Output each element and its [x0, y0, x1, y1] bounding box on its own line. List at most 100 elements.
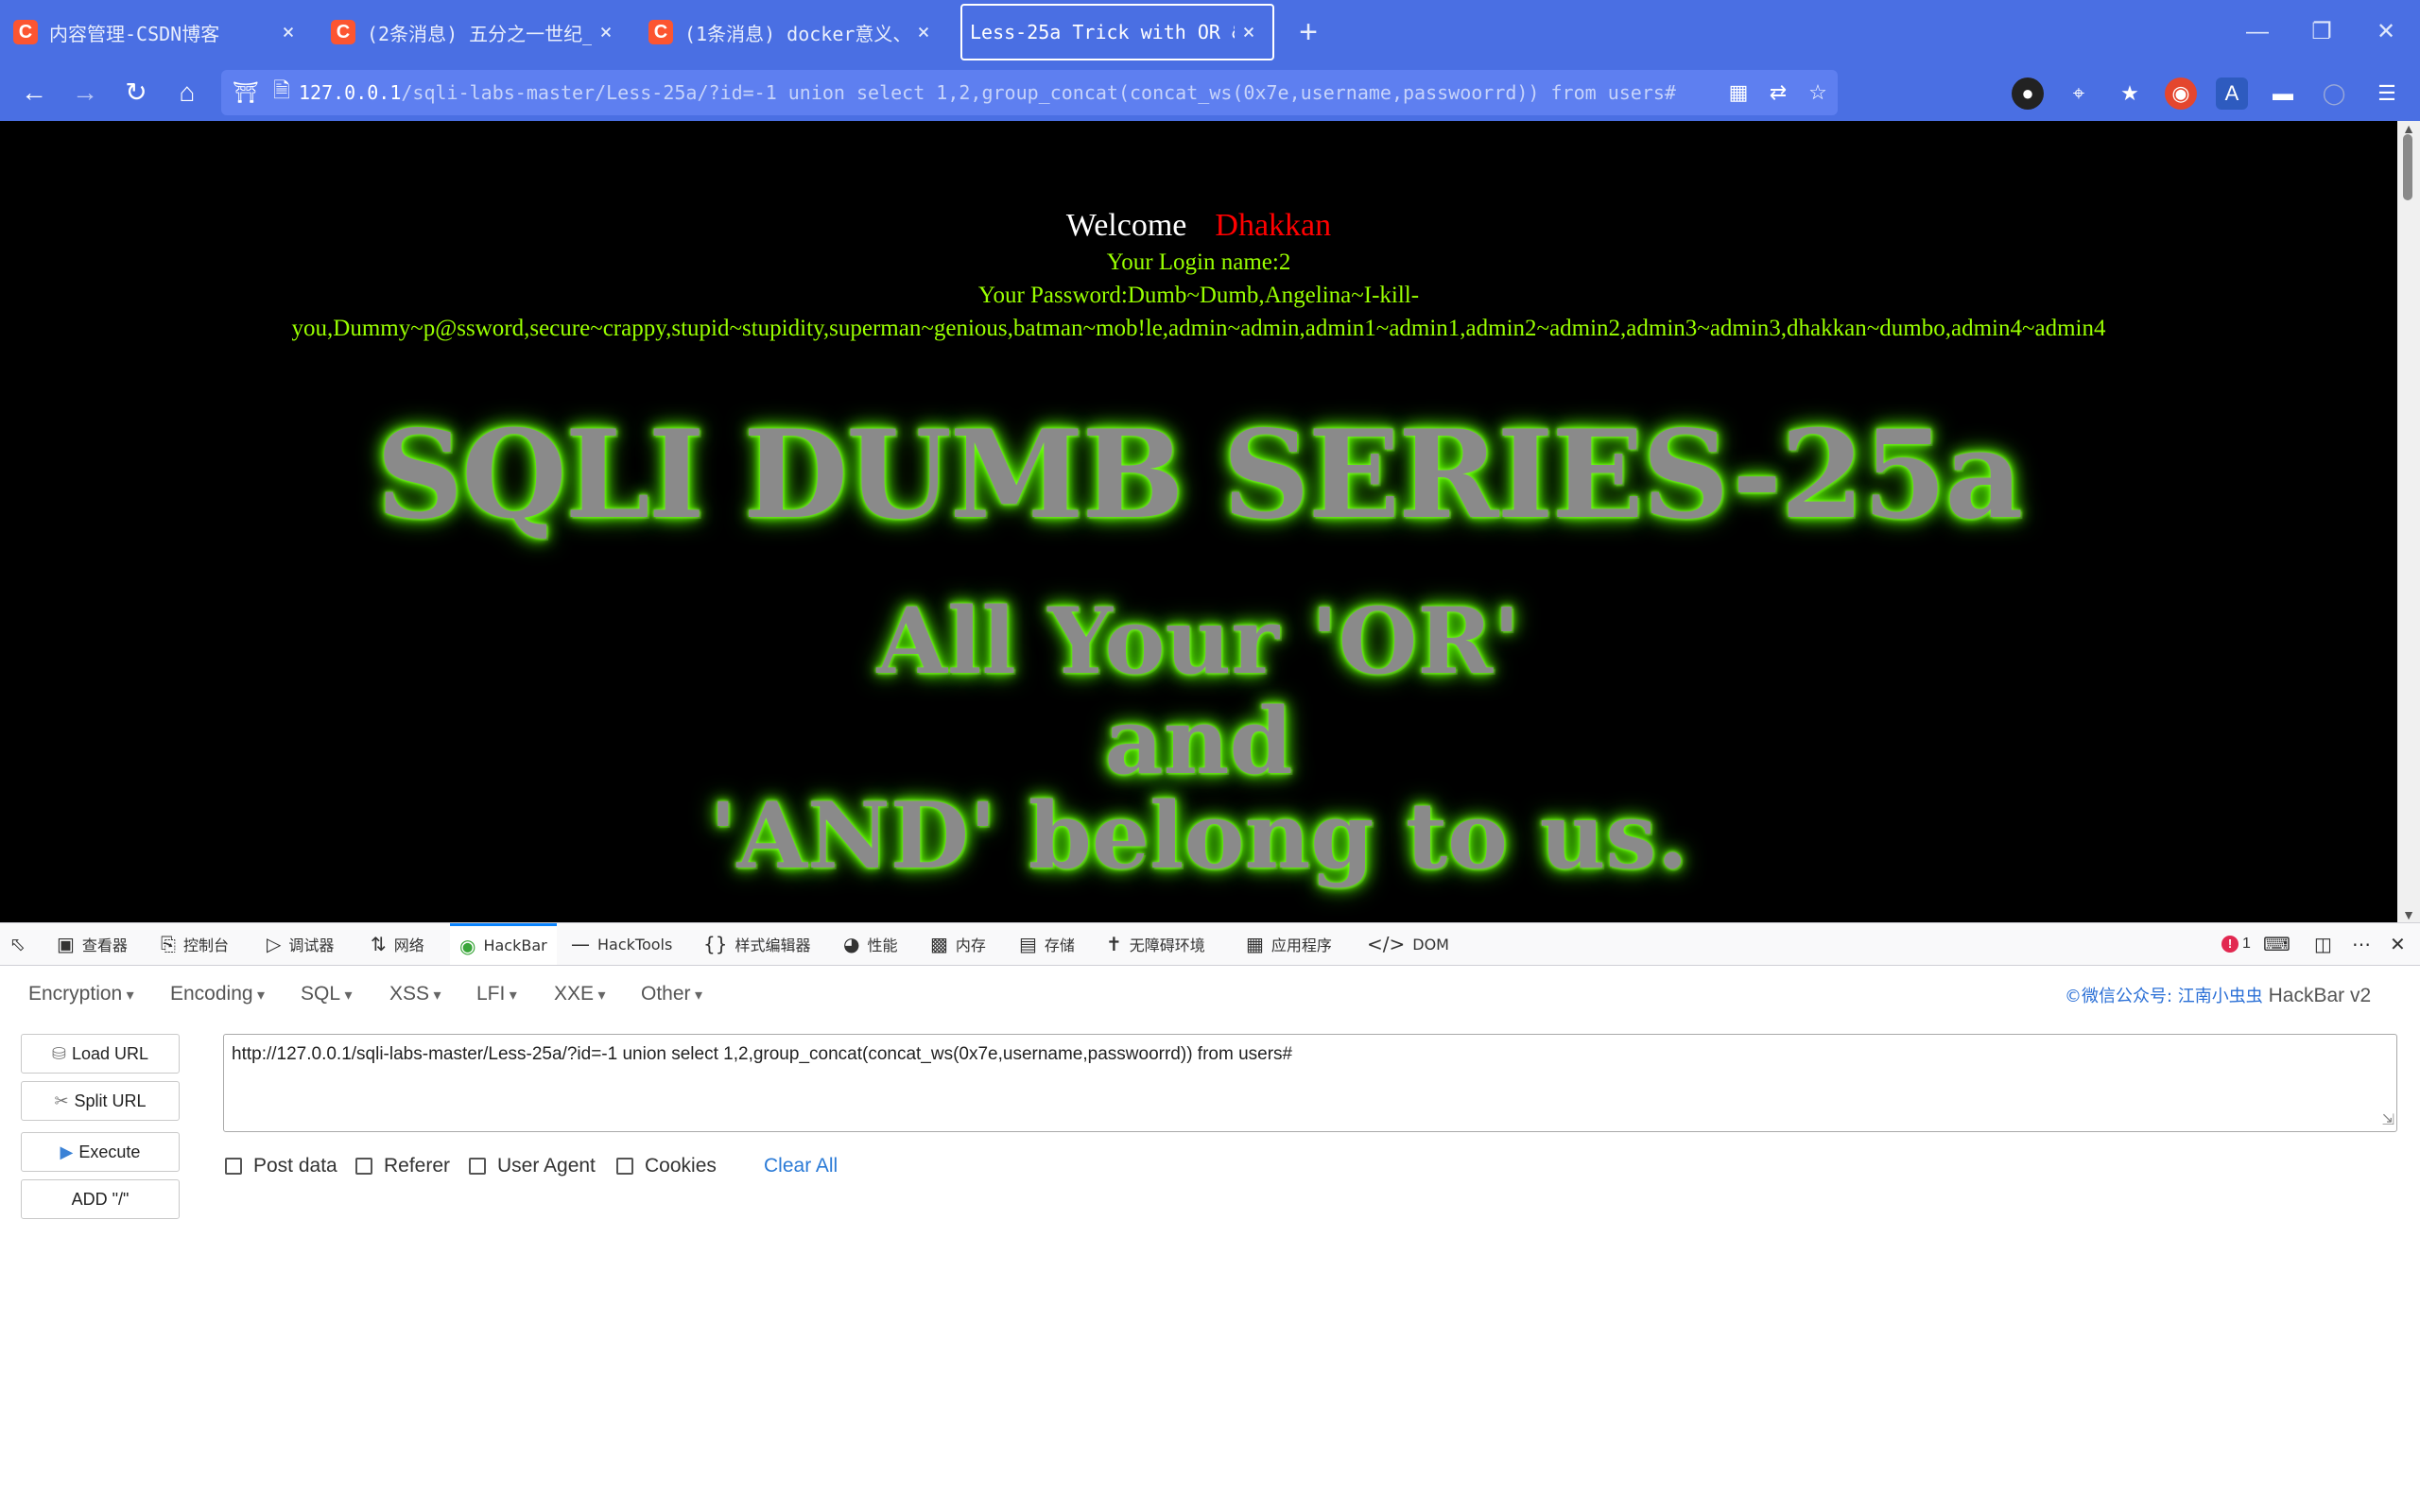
eye-extension-icon[interactable]: ◯: [2318, 77, 2350, 110]
tab-title: (2条消息) 五分之一世纪_Su: [367, 22, 592, 45]
dock-icon[interactable]: ◫: [2314, 923, 2332, 965]
user-agent-checkbox[interactable]: User Agent: [469, 1155, 596, 1177]
devtools-close-icon[interactable]: ✕: [2390, 923, 2406, 965]
crop-icon[interactable]: ⌖: [2063, 77, 2095, 110]
translate-icon[interactable]: ⇄: [1758, 80, 1798, 105]
tab-hacktools[interactable]: — HackTools: [571, 923, 672, 965]
split-url-button[interactable]: ✂ Split URL: [21, 1081, 180, 1121]
checkbox-box[interactable]: [616, 1158, 633, 1175]
post-data-checkbox[interactable]: Post data: [225, 1155, 337, 1177]
tab-storage[interactable]: ▤ 存储: [1019, 923, 1075, 965]
address-bar[interactable]: ⛩ 🗎 127.0.0.1 /sqli-labs-master/Less-25a…: [221, 70, 1838, 115]
minimize-icon[interactable]: —: [2238, 13, 2276, 51]
close-icon[interactable]: ×: [592, 21, 620, 44]
code-icon: </>: [1367, 933, 1406, 955]
menu-lfi[interactable]: LFI: [476, 983, 517, 1005]
tab-debugger[interactable]: ▷ 调试器: [267, 923, 334, 965]
hamburger-icon[interactable]: ☰: [2371, 77, 2403, 110]
tab-csdn-docker[interactable]: C (1条消息) docker意义、组 ×: [635, 4, 947, 60]
page-content: Welcome Dhakkan Your Login name:2 Your Pa…: [0, 121, 2397, 922]
new-tab-button[interactable]: +: [1289, 13, 1327, 51]
checkbox-box[interactable]: [225, 1158, 242, 1175]
menu-other[interactable]: Other: [641, 983, 702, 1005]
password-line-1: Your Password:Dumb~Dumb,Angelina~I-kill-: [977, 283, 1420, 308]
tab-dom[interactable]: </> DOM: [1367, 923, 1449, 965]
referer-checkbox[interactable]: Referer: [355, 1155, 450, 1177]
error-counter[interactable]: ! 1: [2221, 923, 2251, 965]
error-icon: !: [2221, 936, 2238, 953]
menu-xxe[interactable]: XXE: [554, 983, 606, 1005]
tab-network[interactable]: ⇅ 网络: [371, 923, 424, 965]
tab-title: (1条消息) docker意义、组: [684, 22, 909, 45]
inspector-icon: ▣: [57, 933, 75, 955]
load-url-button[interactable]: ⛁ Load URL: [21, 1034, 180, 1074]
debugger-icon: ▷: [267, 933, 282, 955]
banner-line-3: 'AND' belong to us.: [709, 782, 1688, 889]
url-textarea-value: http://127.0.0.1/sqli-labs-master/Less-2…: [232, 1044, 1293, 1064]
tab-less-25a[interactable]: Less-25a Trick with OR & AND ×: [960, 4, 1274, 60]
cookies-checkbox[interactable]: Cookies: [616, 1155, 717, 1177]
execute-button[interactable]: ▶ Execute: [21, 1132, 180, 1172]
checkbox-box[interactable]: [355, 1158, 372, 1175]
gauge-icon: ◕: [843, 933, 860, 955]
scroll-down-icon[interactable]: ▼: [2397, 907, 2420, 922]
forward-arrow-icon[interactable]: →: [64, 72, 106, 113]
hackbar-icon: ◉: [459, 934, 476, 957]
hacktools-icon: —: [571, 933, 590, 955]
tab-memory[interactable]: ▩ 内存: [930, 923, 986, 965]
close-icon[interactable]: ×: [1235, 21, 1263, 44]
tab-hackbar[interactable]: ◉ HackBar: [450, 923, 557, 965]
translate-extension-icon[interactable]: A: [2216, 77, 2248, 110]
network-icon: ⇅: [371, 933, 387, 955]
tab-csdn-content[interactable]: C 内容管理-CSDN博客 ×: [0, 4, 312, 60]
close-icon[interactable]: ×: [909, 21, 938, 44]
shield-icon[interactable]: ⛩: [227, 80, 265, 105]
menu-encryption[interactable]: Encryption: [28, 983, 134, 1005]
responsive-design-icon[interactable]: ⌨: [2263, 923, 2290, 965]
login-name-line: Your Login name:2: [1106, 249, 1291, 275]
devtools-toolbar: ⬁ ▣ 查看器 ⎘ 控制台 ▷ 调试器 ⇅ 网络 ◉ HackBar — HackTools…: [0, 922, 2420, 966]
extension-icon[interactable]: ●: [2012, 77, 2044, 110]
menu-xss[interactable]: XSS: [389, 983, 441, 1005]
tab-title: Less-25a Trick with OR & AND: [970, 21, 1235, 43]
load-icon: ⛁: [51, 1043, 67, 1063]
page-scrollbar[interactable]: ▲ ▼: [2397, 121, 2420, 922]
tab-inspector[interactable]: ▣ 查看器: [57, 923, 128, 965]
navigation-bar: ← → ↻ ⌂ ⛩ 🗎 127.0.0.1 /sqli-labs-master/…: [0, 64, 2420, 121]
close-icon[interactable]: ×: [274, 21, 302, 44]
scroll-thumb[interactable]: [2403, 134, 2412, 200]
tab-csdn-blog[interactable]: C (2条消息) 五分之一世纪_Su ×: [318, 4, 630, 60]
extension-icon[interactable]: ◉: [2165, 77, 2197, 110]
star-icon[interactable]: ☆: [1798, 80, 1838, 105]
element-picker-icon[interactable]: ⬁: [9, 923, 33, 965]
restore-icon[interactable]: ❐: [2303, 13, 2341, 51]
resize-grip-icon[interactable]: ⇲: [2382, 1110, 2394, 1129]
csdn-favicon-icon: C: [331, 20, 355, 44]
window-close-icon[interactable]: ✕: [2367, 13, 2405, 51]
tab-style-editor[interactable]: {} 样式编辑器: [703, 923, 810, 965]
play-icon: ▶: [60, 1142, 74, 1161]
more-options-icon[interactable]: ⋯: [2352, 923, 2371, 965]
banner-title: SQLI DUMB SERIES-25a: [375, 404, 2024, 546]
console-icon: ⎘: [161, 933, 176, 955]
url-host: 127.0.0.1: [299, 81, 402, 104]
clear-all-link[interactable]: Clear All: [764, 1155, 838, 1177]
qr-code-icon[interactable]: ▦: [1719, 80, 1758, 105]
checkbox-box[interactable]: [469, 1158, 486, 1175]
hat-extension-icon[interactable]: ▬: [2267, 77, 2299, 110]
tab-application[interactable]: ▦ 应用程序: [1246, 923, 1332, 965]
tab-console[interactable]: ⎘ 控制台: [161, 923, 229, 965]
url-textarea[interactable]: http://127.0.0.1/sqli-labs-master/Less-2…: [223, 1034, 2397, 1132]
menu-sql[interactable]: SQL: [301, 983, 353, 1005]
home-icon[interactable]: ⌂: [166, 72, 208, 113]
favorites-icon[interactable]: ★: [2114, 77, 2146, 110]
tab-title: 内容管理-CSDN博客: [49, 22, 220, 45]
welcome-line: Welcome Dhakkan: [0, 208, 2397, 244]
add-slash-button[interactable]: ADD "/": [21, 1179, 180, 1219]
reload-icon[interactable]: ↻: [115, 72, 157, 113]
menu-encoding[interactable]: Encoding: [170, 983, 265, 1005]
hackbar-brand: ©微信公众号: 江南小虫虫 HackBar v2: [2065, 983, 2371, 1007]
back-arrow-icon[interactable]: ←: [13, 72, 55, 113]
tab-accessibility[interactable]: ✝ 无障碍环境: [1106, 923, 1205, 965]
tab-performance[interactable]: ◕ 性能: [843, 923, 897, 965]
